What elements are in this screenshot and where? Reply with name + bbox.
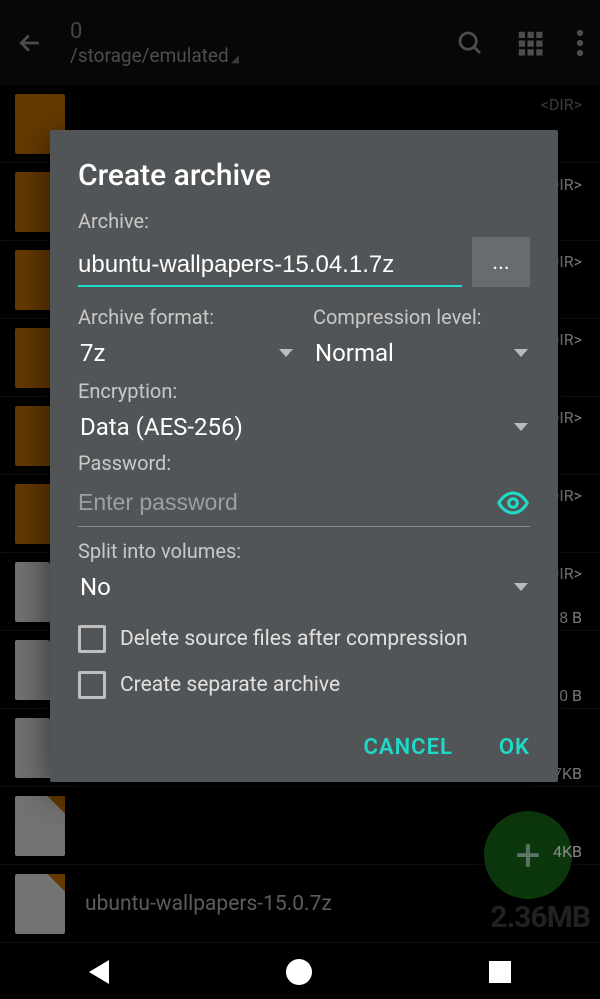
encryption-label: Encryption: [78,379,530,403]
password-label: Password: [78,451,530,475]
chevron-down-icon [514,349,528,357]
format-label: Archive format: [78,305,295,329]
encryption-value: Data (AES-256) [80,413,243,441]
chevron-down-icon [514,583,528,591]
cancel-button[interactable]: CANCEL [364,735,453,760]
delete-source-label: Delete source files after compression [120,627,468,651]
nav-recent-icon[interactable] [489,961,511,983]
compression-value: Normal [315,339,394,367]
android-nav-bar [0,944,600,999]
encryption-dropdown[interactable]: Data (AES-256) [78,407,530,447]
checkbox-icon [78,625,106,653]
ok-button[interactable]: OK [499,735,530,760]
create-archive-dialog: Create archive Archive: ... Archive form… [50,130,558,782]
password-input[interactable] [78,479,496,526]
chevron-down-icon [279,349,293,357]
chevron-down-icon [514,423,528,431]
file-size: 4KB [553,842,582,861]
browse-button[interactable]: ... [472,237,530,287]
format-dropdown[interactable]: 7z [78,333,295,373]
archive-name-input[interactable] [78,245,462,287]
compression-dropdown[interactable]: Normal [313,333,530,373]
checkbox-icon [78,671,106,699]
compression-label: Compression level: [313,305,530,329]
separate-archive-label: Create separate archive [120,673,340,697]
split-dropdown[interactable]: No [78,567,530,607]
separate-archive-checkbox-row[interactable]: Create separate archive [78,671,530,699]
show-password-icon[interactable] [496,486,530,520]
nav-home-icon[interactable] [286,959,312,985]
dialog-title: Create archive [78,158,530,193]
split-label: Split into volumes: [78,539,530,563]
split-value: No [80,573,111,601]
delete-source-checkbox-row[interactable]: Delete source files after compression [78,625,530,653]
format-value: 7z [80,339,105,367]
archive-label: Archive: [78,209,530,233]
nav-back-icon[interactable] [89,960,109,984]
